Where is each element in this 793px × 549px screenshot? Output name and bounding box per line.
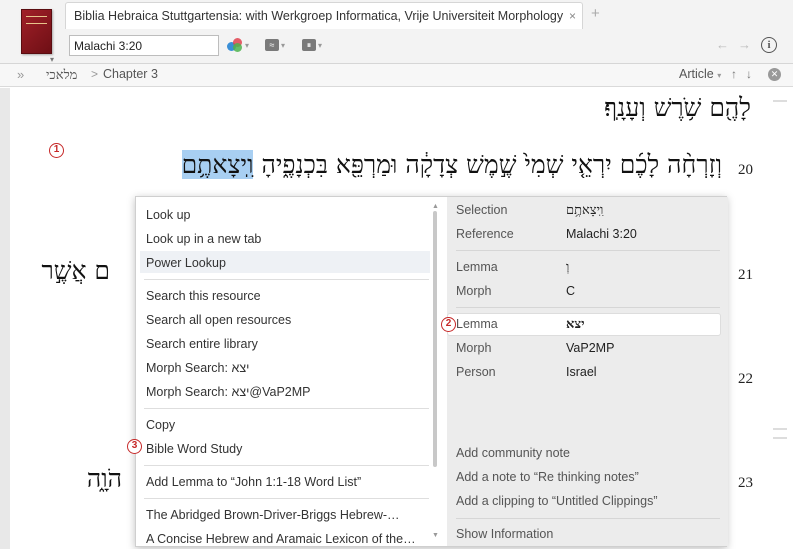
menu-item-bible-word-study[interactable]: Bible Word Study — [140, 437, 430, 459]
breadcrumb-book[interactable]: מלאכי — [46, 67, 77, 83]
margin-marker — [773, 437, 787, 439]
margin-marker — [773, 100, 787, 102]
add-community-note-link[interactable]: Add community note — [456, 446, 570, 460]
menu-item-look-up[interactable]: Look up — [140, 203, 430, 225]
scroll-up-icon[interactable]: ▲ — [432, 203, 439, 210]
menu-item-copy[interactable]: Copy — [140, 413, 430, 435]
tab-title: Biblia Hebraica Stuttgartensia: with Wer… — [74, 9, 564, 23]
forward-arrow-icon[interactable]: → — [738, 37, 751, 52]
morph-value[interactable]: VaP2MP — [566, 341, 614, 355]
verse-20-text[interactable]: וְזָרְחָ֨ה לָכֶ֜ם יִרְאֵ֤י שְׁמִי֙ שֶׁ֣מ… — [181, 150, 722, 180]
back-arrow-icon[interactable]: ← — [716, 37, 729, 52]
reference-label: Reference — [456, 227, 514, 241]
lemma-label: Lemma — [456, 317, 498, 331]
menu-separator — [144, 498, 429, 499]
selection-value: וִֽיצָאתֶ֥ם — [566, 203, 604, 218]
chevron-down-icon: ▾ — [717, 71, 722, 80]
info-separator — [456, 250, 720, 251]
title-bar: ▾ Biblia Hebraica Stuttgartensia: with W… — [0, 0, 793, 64]
left-gutter — [0, 88, 10, 549]
expand-panel-icon[interactable]: » — [17, 67, 24, 82]
menu-item-add-lemma-word-list[interactable]: Add Lemma to “John 1:1-18 Word List” — [140, 470, 430, 492]
menu-item-look-up-new-tab[interactable]: Look up in a new tab — [140, 227, 430, 249]
verse-number[interactable]: 22 — [738, 371, 753, 388]
visual-filters-button[interactable]: ▾ — [227, 37, 249, 53]
selected-word[interactable]: וִֽיצָאתֶ֥ם — [181, 150, 254, 179]
close-icon[interactable]: × — [569, 9, 576, 23]
next-article-icon[interactable]: ↓ — [746, 67, 752, 81]
verse-23-fragment[interactable]: הֹוָ֑ה — [87, 464, 122, 494]
person-value[interactable]: Israel — [566, 365, 597, 379]
callout-marker: 3 — [127, 439, 142, 454]
callout-marker: 2 — [441, 317, 456, 332]
text-line[interactable]: לָהֶ֖ם שֹׁ֥רֶשׁ וְעָנָֽף׃ — [604, 93, 751, 123]
morph-label: Morph — [456, 341, 492, 355]
selection-label: Selection — [456, 203, 508, 217]
previous-article-icon[interactable]: ↑ — [731, 67, 737, 81]
chevron-down-icon[interactable]: ▾ — [50, 55, 54, 64]
parallel-button[interactable]: ⏸ ▾ — [302, 37, 322, 53]
article-dropdown[interactable]: Article ▾ — [679, 67, 721, 81]
close-panel-icon[interactable]: ✕ — [768, 68, 781, 81]
verse-21-fragment[interactable]: ם אֲשֶׁ֣ר — [41, 256, 110, 286]
chevron-down-icon: ▾ — [318, 40, 323, 50]
menu-item-morph-search-lemma[interactable]: Morph Search: יצא — [140, 356, 430, 378]
menu-scrollbar[interactable] — [433, 211, 437, 467]
lemma-value[interactable]: יצא — [566, 316, 585, 332]
info-icon[interactable]: i — [761, 37, 777, 53]
add-note-link[interactable]: Add a note to “Re thinking notes” — [456, 470, 639, 484]
margin-marker — [773, 428, 787, 430]
breadcrumb-chapter[interactable]: Chapter 3 — [103, 67, 158, 81]
person-label: Person — [456, 365, 496, 379]
info-separator — [456, 307, 720, 308]
callout-marker: 1 — [49, 143, 64, 158]
selection-info-panel: Selection וִֽיצָאתֶ֥ם Reference Malachi … — [447, 197, 728, 546]
show-information-link[interactable]: Show Information — [456, 527, 553, 541]
add-clipping-link[interactable]: Add a clipping to “Untitled Clippings” — [456, 494, 658, 508]
info-separator — [456, 518, 720, 519]
text-options-button[interactable]: ≈ ▾ — [265, 37, 285, 53]
context-menu-popup: ▲ ▼ Look up Look up in a new tab Power L… — [127, 196, 728, 547]
scroll-down-icon[interactable]: ▼ — [432, 532, 439, 539]
reference-input[interactable] — [69, 35, 219, 56]
menu-item-morph-search-full[interactable]: Morph Search: יצא@VaP2MP — [140, 380, 430, 402]
menu-separator — [144, 408, 429, 409]
resource-cover-icon[interactable] — [21, 9, 52, 54]
parallel-icon: ⏸ — [302, 39, 316, 51]
lemma-label: Lemma — [456, 260, 498, 274]
verse-number[interactable]: 21 — [738, 267, 753, 284]
text-options-icon: ≈ — [265, 39, 279, 51]
breadcrumb-separator: > — [91, 67, 99, 81]
verse-number[interactable]: 23 — [738, 475, 753, 492]
verse-number[interactable]: 20 — [738, 162, 753, 179]
add-tab-icon[interactable]: + — [591, 5, 600, 22]
chevron-down-icon: ▾ — [245, 40, 250, 50]
menu-item-search-library[interactable]: Search entire library — [140, 332, 430, 354]
visual-filters-icon — [227, 38, 243, 52]
reference-value[interactable]: Malachi 3:20 — [566, 227, 637, 241]
menu-item-concise-lexicon[interactable]: A Concise Hebrew and Aramaic Lexicon of … — [140, 527, 430, 546]
article-label: Article — [679, 67, 714, 81]
morph-value[interactable]: C — [566, 284, 575, 298]
menu-item-search-open-resources[interactable]: Search all open resources — [140, 308, 430, 330]
menu-item-search-resource[interactable]: Search this resource — [140, 284, 430, 306]
breadcrumb: » מלאכי > Chapter 3 Article ▾ ↑ ↓ — [0, 64, 793, 87]
chevron-down-icon: ▾ — [281, 40, 286, 50]
resource-tab[interactable]: Biblia Hebraica Stuttgartensia: with Wer… — [65, 2, 583, 29]
menu-separator — [144, 279, 429, 280]
menu-item-power-lookup[interactable]: Power Lookup — [140, 251, 430, 273]
lemma-value[interactable]: וְ — [566, 259, 569, 275]
menu-item-abridged-bdb[interactable]: The Abridged Brown-Driver-Briggs Hebrew-… — [140, 503, 430, 525]
verse-text[interactable]: וְזָרְחָ֨ה לָכֶ֜ם יִרְאֵ֤י שְׁמִי֙ שֶׁ֣מ… — [261, 150, 722, 179]
morph-label: Morph — [456, 284, 492, 298]
menu-separator — [144, 465, 429, 466]
context-menu: ▲ ▼ Look up Look up in a new tab Power L… — [136, 197, 439, 546]
